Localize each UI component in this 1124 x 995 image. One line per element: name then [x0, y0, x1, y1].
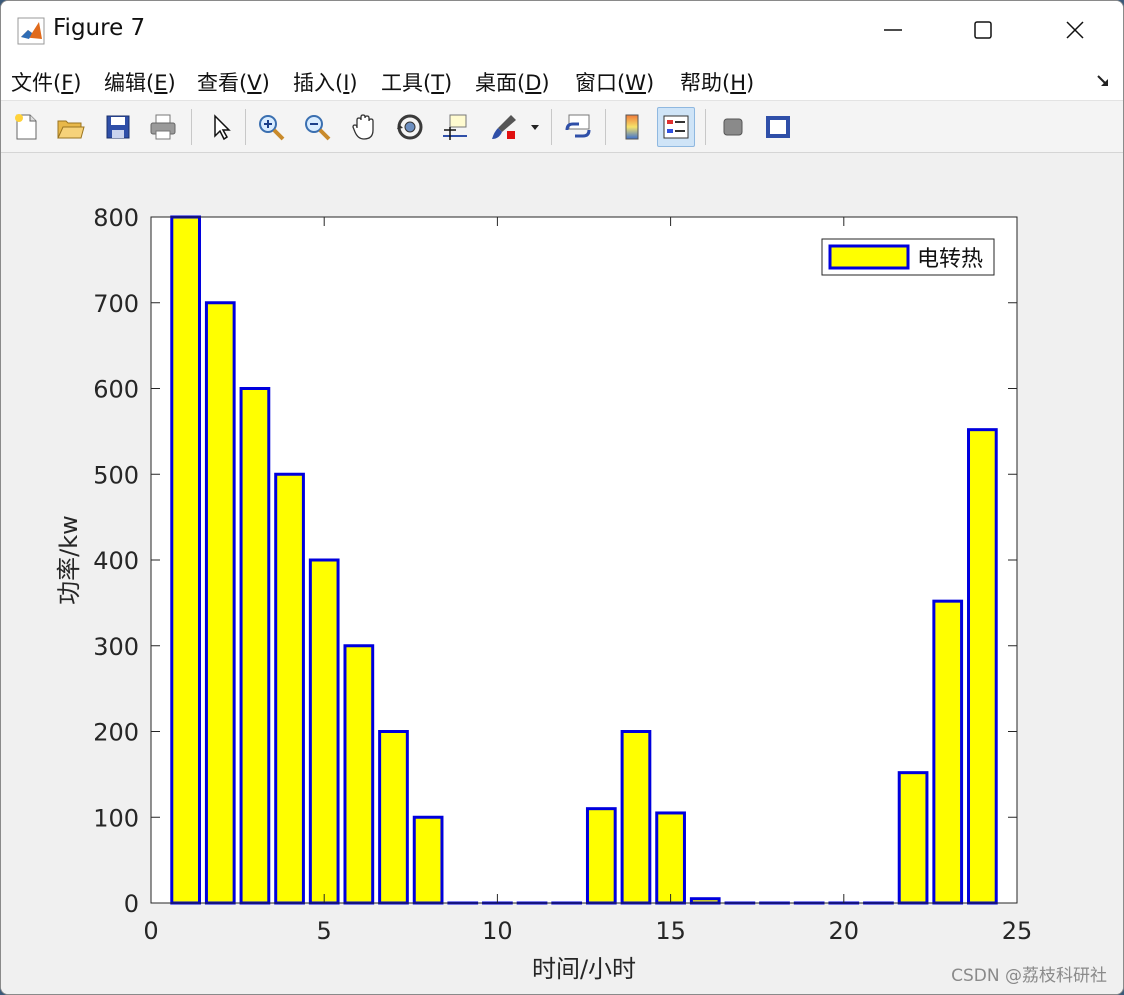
figure-canvas: 0 5 10 15 20 25 0 100 200 300 400 500 600 700 800 时间/小… — [1, 153, 1123, 994]
y-tick-label: 500 — [93, 461, 139, 489]
brush-button[interactable] — [485, 107, 523, 147]
data-cursor-icon — [443, 114, 467, 140]
pointer-button[interactable] — [201, 107, 239, 147]
print-icon — [150, 114, 176, 140]
menu-tools[interactable]: 工具(T) — [381, 67, 452, 97]
x-tick-label: 25 — [1002, 917, 1033, 945]
legend[interactable]: 电转热 — [821, 238, 995, 276]
watermark: CSDN @荔枝科研社 — [951, 966, 1107, 986]
legend-icon — [663, 115, 689, 139]
maximize-button[interactable] — [955, 9, 1011, 51]
x-tick-label: 20 — [829, 917, 860, 945]
title-bar: Figure 7 — [1, 1, 1123, 59]
window-title: Figure 7 — [53, 15, 146, 41]
zoom-out-icon — [305, 115, 331, 141]
legend-swatch — [828, 244, 910, 270]
bar — [932, 599, 964, 905]
x-tick-label: 10 — [482, 917, 513, 945]
maximize-icon — [974, 21, 992, 39]
menu-edit[interactable]: 编辑(E) — [104, 67, 176, 97]
save-button[interactable] — [99, 107, 137, 147]
close-button[interactable] — [1047, 9, 1103, 51]
legend-button[interactable] — [657, 107, 695, 147]
x-tick-label: 15 — [655, 917, 686, 945]
minimize-button[interactable] — [865, 9, 921, 51]
bar — [897, 771, 929, 905]
bar — [204, 301, 236, 905]
menu-help[interactable]: 帮助(H) — [680, 67, 754, 97]
new-figure-button[interactable] — [7, 107, 45, 147]
bar — [655, 811, 686, 905]
toolbar-separator — [551, 109, 552, 145]
colorbar-button[interactable] — [613, 107, 651, 147]
y-tick-label: 100 — [93, 804, 139, 832]
menu-bar: 文件(F) 编辑(E) 查看(V) 插入(I) 工具(T) 桌面(D) 窗口(W… — [1, 59, 1123, 101]
pointer-icon — [214, 114, 231, 141]
new-figure-icon — [15, 114, 37, 140]
x-axis-label: 时间/小时 — [532, 955, 636, 983]
zoom-out-button[interactable] — [298, 107, 336, 147]
colorbar-icon — [625, 114, 639, 140]
x-tick-label: 5 — [317, 917, 332, 945]
y-tick-label: 600 — [93, 376, 139, 404]
y-tick-label: 800 — [93, 204, 139, 232]
bar — [170, 215, 201, 905]
open-file-button[interactable] — [51, 107, 89, 147]
hide-tools-button[interactable] — [714, 107, 752, 147]
rotate-3d-icon — [397, 114, 423, 140]
toolbar-separator — [191, 109, 192, 145]
brush-icon — [492, 115, 516, 139]
show-tools-icon — [766, 116, 790, 138]
open-file-icon — [57, 120, 85, 139]
menu-desktop[interactable]: 桌面(D) — [475, 67, 550, 97]
bar — [308, 558, 340, 905]
link-plot-icon — [565, 114, 591, 138]
dock-arrow-icon[interactable] — [1095, 73, 1111, 89]
bar — [274, 472, 305, 905]
brush-dropdown[interactable] — [523, 107, 547, 147]
data-cursor-button[interactable] — [436, 107, 474, 147]
menu-view[interactable]: 查看(V) — [197, 67, 270, 97]
zoom-in-icon — [259, 115, 285, 141]
y-tick-label: 0 — [124, 890, 139, 918]
toolbar — [1, 101, 1123, 153]
toolbar-separator — [245, 109, 246, 145]
y-axis-label: 功率/kw — [55, 515, 83, 605]
minimize-icon — [884, 29, 902, 31]
y-tick-label: 300 — [93, 633, 139, 661]
link-plot-button[interactable] — [559, 107, 597, 147]
pan-button[interactable] — [345, 107, 383, 147]
menu-file[interactable]: 文件(F) — [11, 67, 82, 97]
hide-tools-icon — [723, 118, 743, 136]
print-button[interactable] — [144, 107, 182, 147]
chevron-down-icon — [531, 125, 539, 130]
save-icon — [106, 115, 130, 139]
bar — [585, 807, 617, 905]
pan-hand-icon — [352, 114, 374, 140]
legend-label: 电转热 — [917, 247, 983, 272]
zoom-in-button[interactable] — [252, 107, 290, 147]
bar — [689, 897, 721, 905]
matlab-logo-icon — [17, 17, 45, 45]
bar — [378, 730, 409, 905]
bar-chart: 0 5 10 15 20 25 0 100 200 300 400 500 600 700 800 时间/小… — [55, 204, 1033, 983]
menu-window[interactable]: 窗口(W) — [575, 67, 654, 97]
figure-window: Figure 7 文件(F) 编辑(E) 查看(V) 插入(I) 工具(T) 桌… — [0, 0, 1124, 995]
show-tools-button[interactable] — [759, 107, 797, 147]
menu-insert[interactable]: 插入(I) — [293, 67, 358, 97]
rotate-3d-button[interactable] — [391, 107, 429, 147]
bar — [967, 428, 998, 905]
x-tick-label: 0 — [143, 917, 158, 945]
bar — [239, 387, 271, 905]
y-tick-label: 700 — [93, 290, 139, 318]
bar — [343, 644, 375, 905]
bar — [620, 730, 652, 905]
y-tick-label: 400 — [93, 547, 139, 575]
toolbar-separator — [705, 109, 706, 145]
bar — [412, 815, 444, 905]
close-icon — [1066, 21, 1084, 39]
toolbar-separator — [605, 109, 606, 145]
y-tick-label: 200 — [93, 719, 139, 747]
